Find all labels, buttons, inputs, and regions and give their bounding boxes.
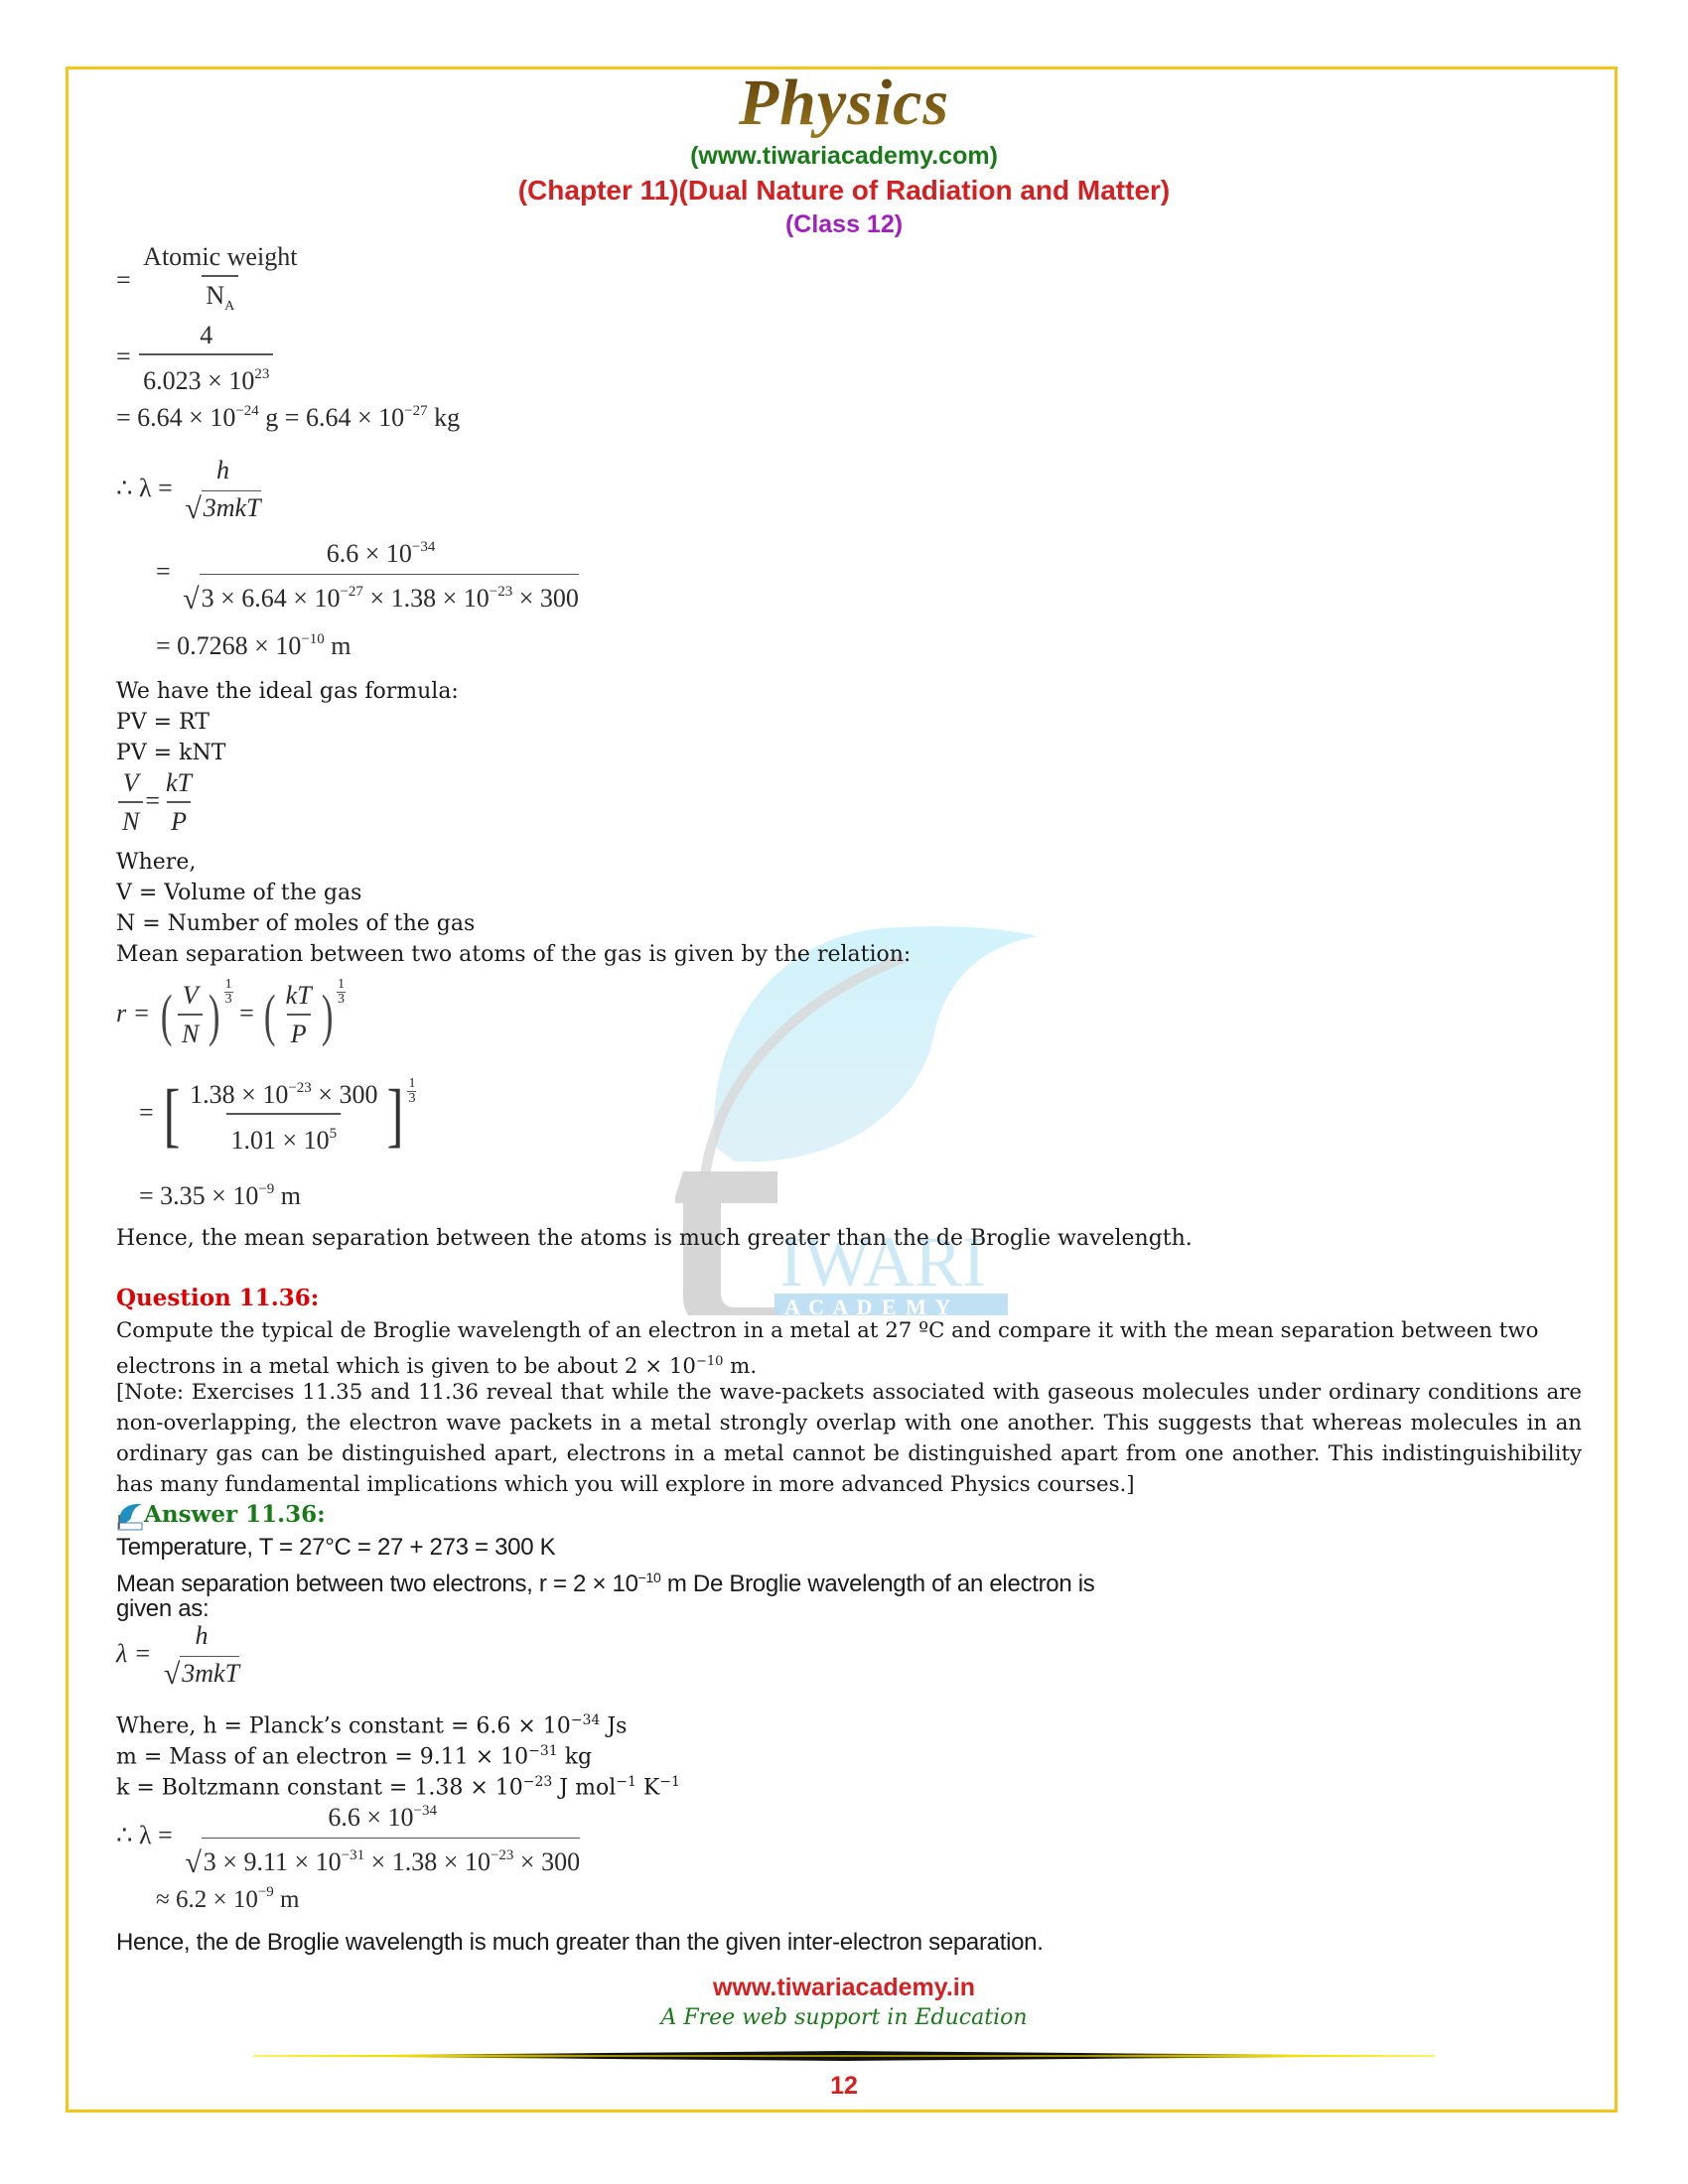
page-title: Physics xyxy=(0,64,1688,143)
r-substitution: = [1.38 × 10−23 × 300 1.01 × 105] 1 3 xyxy=(139,1072,417,1158)
mass-equation-1: = Atomic weight NA xyxy=(116,241,303,324)
footer-divider xyxy=(253,2051,1435,2061)
mass-equation-3: = 6.64 × 10−24 g = 6.64 × 10−27 kg xyxy=(116,403,461,432)
mean-separation-line: Mean separation between two electrons, r… xyxy=(116,1570,1095,1597)
eq-sign: = xyxy=(116,265,131,295)
numerator: Atomic weight xyxy=(143,242,298,271)
fraction: Atomic weight NA xyxy=(139,241,301,324)
question-text: Compute the typical de Broglie wavelengt… xyxy=(116,1318,1539,1380)
lambda-result: = 0.7268 × 10−10 m xyxy=(156,631,352,660)
answer-conclusion: Hence, the de Broglie wavelength is much… xyxy=(116,1929,1044,1956)
class-label: (Class 12) xyxy=(784,210,904,238)
lambda-formula: ∴ λ = h √3mkT xyxy=(116,455,267,526)
temperature-line: Temperature, T = 27°C = 27 + 273 = 300 K xyxy=(116,1534,556,1561)
eq-lead: ∴ λ = xyxy=(116,473,173,502)
v-over-n-equation: V N = kT P xyxy=(116,767,198,839)
fraction: 6.6 × 10−34 √3 × 6.64 × 10−27 × 1.38 × 1… xyxy=(183,539,579,615)
mean-separation-intro: Mean separation between two atoms of the… xyxy=(116,942,912,967)
website-link[interactable]: (www.tiwariacademy.com) xyxy=(0,142,1688,171)
fraction: 4 6.023 × 1023 xyxy=(139,320,274,398)
answer-lambda-formula: λ = h √3mkT xyxy=(116,1621,240,1691)
part1-conclusion: Hence, the mean separation between the a… xyxy=(116,1226,1193,1251)
mass-equation-2: = 4 6.023 × 1023 xyxy=(116,320,275,398)
where-label: Where, xyxy=(116,850,197,875)
answer-heading: Answer 11.36: xyxy=(144,1501,326,1528)
r-result: = 3.35 × 10−9 m xyxy=(139,1181,302,1210)
question-note: [Note: Exercises 11.35 and 11.36 reveal … xyxy=(116,1380,1582,1497)
page-number: 12 xyxy=(830,2072,858,2100)
eq-pv-knt: PV = kNT xyxy=(116,741,226,765)
eq-sign: = xyxy=(116,341,131,371)
answer-lambda-substitution: ∴ λ = 6.6 × 10−34 √3 × 9.11 × 10−31 × 1.3… xyxy=(116,1803,581,1879)
footer-url-link[interactable]: www.tiwariacademy.in xyxy=(0,1974,1688,2002)
lambda-substitution: = 6.6 × 10−34 √3 × 6.64 × 10−27 × 1.38 ×… xyxy=(156,531,585,616)
tiwari-leaf-icon xyxy=(117,1503,143,1531)
r-formula: r = (V N) 1 3 = (kT P) 1 3 xyxy=(116,978,346,1051)
fraction: h √3mkT xyxy=(185,456,261,525)
definition-n: N = Number of moles of the gas xyxy=(116,911,476,936)
question-heading: Question 11.36: xyxy=(116,1285,320,1311)
chapter-heading: (Chapter 11)(Dual Nature of Radiation an… xyxy=(517,175,1171,205)
definition-v: V = Volume of the gas xyxy=(116,881,362,905)
denominator: 6.023 × 1023 xyxy=(139,353,274,398)
eq-pv-rt: PV = RT xyxy=(116,710,210,735)
answer-lambda-result: ≈ 6.2 × 10−9 m xyxy=(156,1884,300,1913)
footer-tagline: A Free web support in Education xyxy=(660,2005,1028,2030)
numerator: 4 xyxy=(200,321,213,349)
ideal-gas-intro: We have the ideal gas formula: xyxy=(116,679,459,704)
denominator: NA xyxy=(202,275,239,324)
